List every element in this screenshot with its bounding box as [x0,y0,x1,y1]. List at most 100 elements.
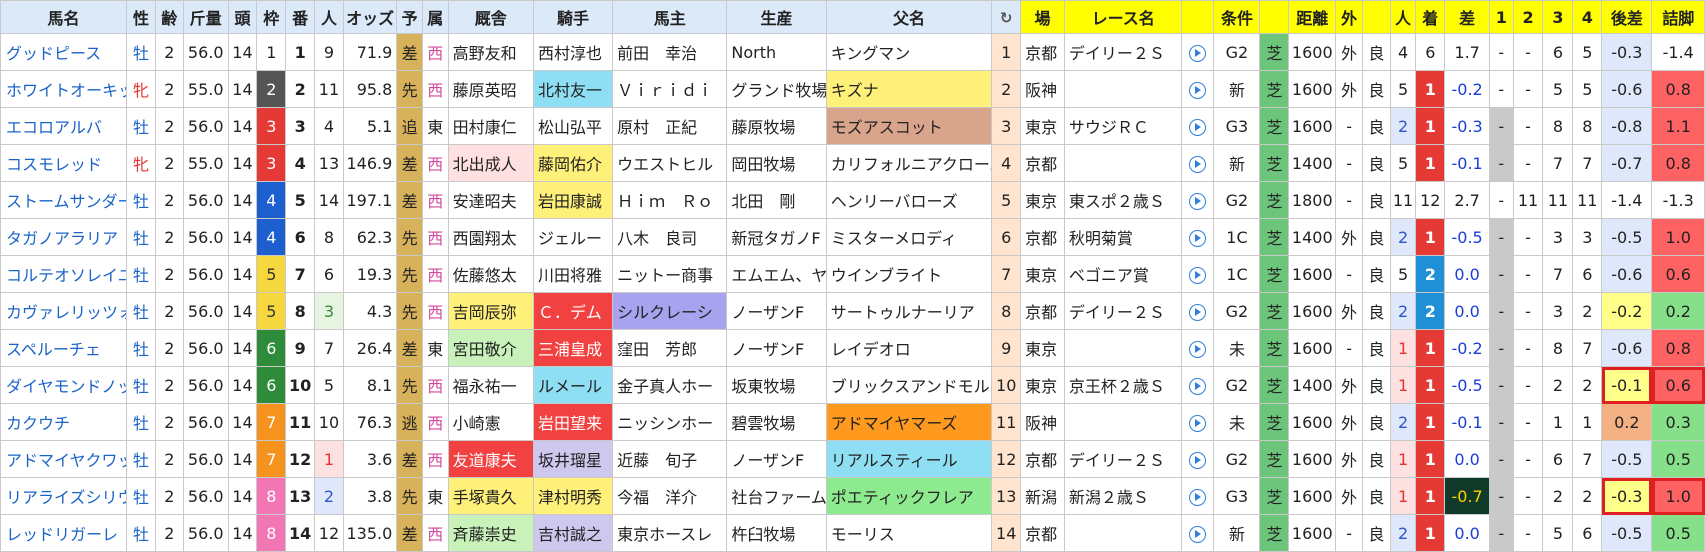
table-row[interactable]: コルテオソレイユ牡 2 56.0 14 5 7 6 19.3 先西佐藤悠太 川田将雅 ニットー商事エ… [0,255,1705,293]
jockey-cell: 松山弘平 [533,107,614,145]
column-header[interactable]: 距離 [1288,0,1337,34]
table-row[interactable]: エコロアルバ牡 2 56.0 14 3 3 4 5.1 追東田村康仁 松山弘平 原村 正紀 藤原牧場モ… [0,107,1705,145]
column-header[interactable]: 齢 [154,0,184,34]
column-header[interactable]: 枠 [256,0,287,34]
cell: 2 [154,366,184,404]
column-header[interactable]: レース名 [1063,0,1183,34]
video-cell[interactable] [1181,403,1215,441]
play-icon[interactable] [1189,81,1207,99]
column-header[interactable]: 外 [1335,0,1363,34]
column-header[interactable]: 騎手 [533,0,614,34]
play-icon[interactable] [1189,303,1207,321]
table-row[interactable]: タガノアラリア牡 2 56.0 14 4 6 8 62.3 先西西園翔太 ジェルー 八木 良司 新冠タ… [0,218,1705,256]
column-header[interactable]: 条件 [1213,0,1261,34]
column-header[interactable]: 後差 [1601,0,1653,34]
cell: 3.6 [342,440,398,478]
play-icon[interactable] [1189,525,1207,543]
late-diff-cell: -0.2 [1601,292,1653,330]
reload-icon[interactable]: ↻ [1000,9,1013,27]
video-cell[interactable] [1181,255,1215,293]
finish-speed-cell: 0.6 [1651,255,1705,293]
column-header[interactable]: 4 [1572,0,1603,34]
horse-name-link[interactable]: カクウチ [0,403,128,441]
popularity-cell: 8 [314,218,344,256]
video-cell[interactable] [1181,366,1215,404]
column-header[interactable]: 2 [1512,0,1544,34]
video-cell[interactable] [1181,514,1215,552]
column-header[interactable]: 詰脚 [1651,0,1705,34]
horse-name-link[interactable]: コスモレッド [0,144,128,182]
column-header[interactable] [1181,0,1215,34]
play-icon[interactable] [1189,266,1207,284]
table-row[interactable]: ストームサンダー牡 2 56.0 14 4 5 14 197.1 差西安達昭夫 岩田康誠 Ｈｉｍ Ｒ… [0,181,1705,219]
play-icon[interactable] [1189,44,1207,62]
video-cell[interactable] [1181,181,1215,219]
table-row[interactable]: コスモレッド牝 2 55.0 14 3 4 13 146.9 差西北出成人 藤岡佑介 ウエストヒル岡… [0,144,1705,182]
cell: 3 [1542,218,1574,256]
table-row[interactable]: レッドリガーレ牡 2 56.0 14 8 14 12 135.0 差西斉藤崇史 吉村誠之 東京ホース… [0,514,1705,552]
column-header[interactable]: 場 [1020,0,1065,34]
horse-name-link[interactable]: スペルーチェ [0,329,128,367]
column-header[interactable] [1259,0,1290,34]
column-header[interactable]: 性 [126,0,156,34]
horse-name-link[interactable]: グッドピース [0,33,128,71]
video-cell[interactable] [1181,218,1215,256]
horse-name-link[interactable]: エコロアルバ [0,107,128,145]
video-cell[interactable] [1181,70,1215,108]
video-cell[interactable] [1181,33,1215,71]
play-icon[interactable] [1189,118,1207,136]
video-cell[interactable] [1181,107,1215,145]
column-header[interactable]: オッズ [342,0,398,34]
play-icon[interactable] [1189,192,1207,210]
column-header[interactable]: 人 [314,0,344,34]
table-row[interactable]: ホワイトオーキッド牝255.014221195.8先西藤原英昭北村友一Ｖｉｒｉｄ… [0,70,1705,108]
column-header[interactable]: 斤量 [182,0,229,34]
table-row[interactable]: リアライズシリウス牡256.01481323.8先東手塚貴久津村明秀今福 洋介社… [0,477,1705,515]
horse-name-link[interactable]: アドマイヤクワッズ [0,440,128,478]
column-header[interactable]: 馬名 [0,0,128,34]
column-header[interactable]: 差 [1444,0,1491,34]
play-icon[interactable] [1189,229,1207,247]
horse-name-link[interactable]: ホワイトオーキッド [0,70,128,108]
column-header[interactable]: 属 [421,0,449,34]
play-icon[interactable] [1189,488,1207,506]
table-row[interactable]: カクウチ牡 2 56.0 14 7 11 10 76.3 逃西小崎憲 岩田望来 ニッシンホー 碧雲牧場… [0,403,1705,441]
play-icon[interactable] [1189,340,1207,358]
video-cell[interactable] [1181,440,1215,478]
column-header[interactable]: 父名 [825,0,993,34]
column-header[interactable]: 着 [1415,0,1446,34]
table-row[interactable]: グッドピース牡 2 56.0 14 1 1 9 71.9 差西高野友和 西村淳也 前田 幸治 Nort… [0,33,1705,71]
table-row[interactable]: ダイヤモンドノット牡256.01461058.1先西福永祐一ルメール金子真人ホー… [0,366,1705,404]
column-header[interactable]: 生産 [726,0,827,34]
table-row[interactable]: アドマイヤクワッズ牡256.01471213.6差西友道康夫坂井瑠星近藤 旬子ノ… [0,440,1705,478]
column-header[interactable]: 3 [1542,0,1574,34]
horse-name-link[interactable]: ダイヤモンドノット [0,366,128,404]
column-header[interactable]: 1 [1489,0,1514,34]
table-row[interactable]: スペルーチェ牡 2 56.0 14 6 9 7 26.4 差東宮田敬介 三浦皇成 窪田 芳郎 ノーザン… [0,329,1705,367]
play-icon[interactable] [1189,377,1207,395]
horse-name-link[interactable]: ストームサンダー [0,181,128,219]
horse-name-link[interactable]: カヴァレリッツォ [0,292,128,330]
table-row[interactable]: カヴァレリッツォ牡 2 56.0 14 5 8 3 4.3 先西吉岡辰弥 Ｃ．デム シルクレーシ ノー… [0,292,1705,330]
column-header[interactable]: 番 [285,0,316,34]
horse-name-link[interactable]: リアライズシリウス [0,477,128,515]
column-header[interactable]: ↻ [991,0,1022,34]
column-header[interactable]: 厩舎 [447,0,535,34]
horse-name-link[interactable]: タガノアラリア [0,218,128,256]
video-cell[interactable] [1181,477,1215,515]
play-icon[interactable] [1189,414,1207,432]
horse-name-link[interactable]: レッドリガーレ [0,514,128,552]
play-icon[interactable] [1189,155,1207,173]
column-header[interactable]: 頭 [227,0,258,34]
column-header[interactable] [1361,0,1391,34]
column-header[interactable]: 馬主 [612,0,728,34]
waku-cell: 1 [256,33,287,71]
video-cell[interactable] [1181,292,1215,330]
column-header[interactable]: 予 [396,0,423,34]
affiliation-cell: 西 [421,514,449,552]
video-cell[interactable] [1181,329,1215,367]
column-header[interactable]: 人 [1389,0,1417,34]
play-icon[interactable] [1189,451,1207,469]
video-cell[interactable] [1181,144,1215,182]
horse-name-link[interactable]: コルテオソレイユ [0,255,128,293]
